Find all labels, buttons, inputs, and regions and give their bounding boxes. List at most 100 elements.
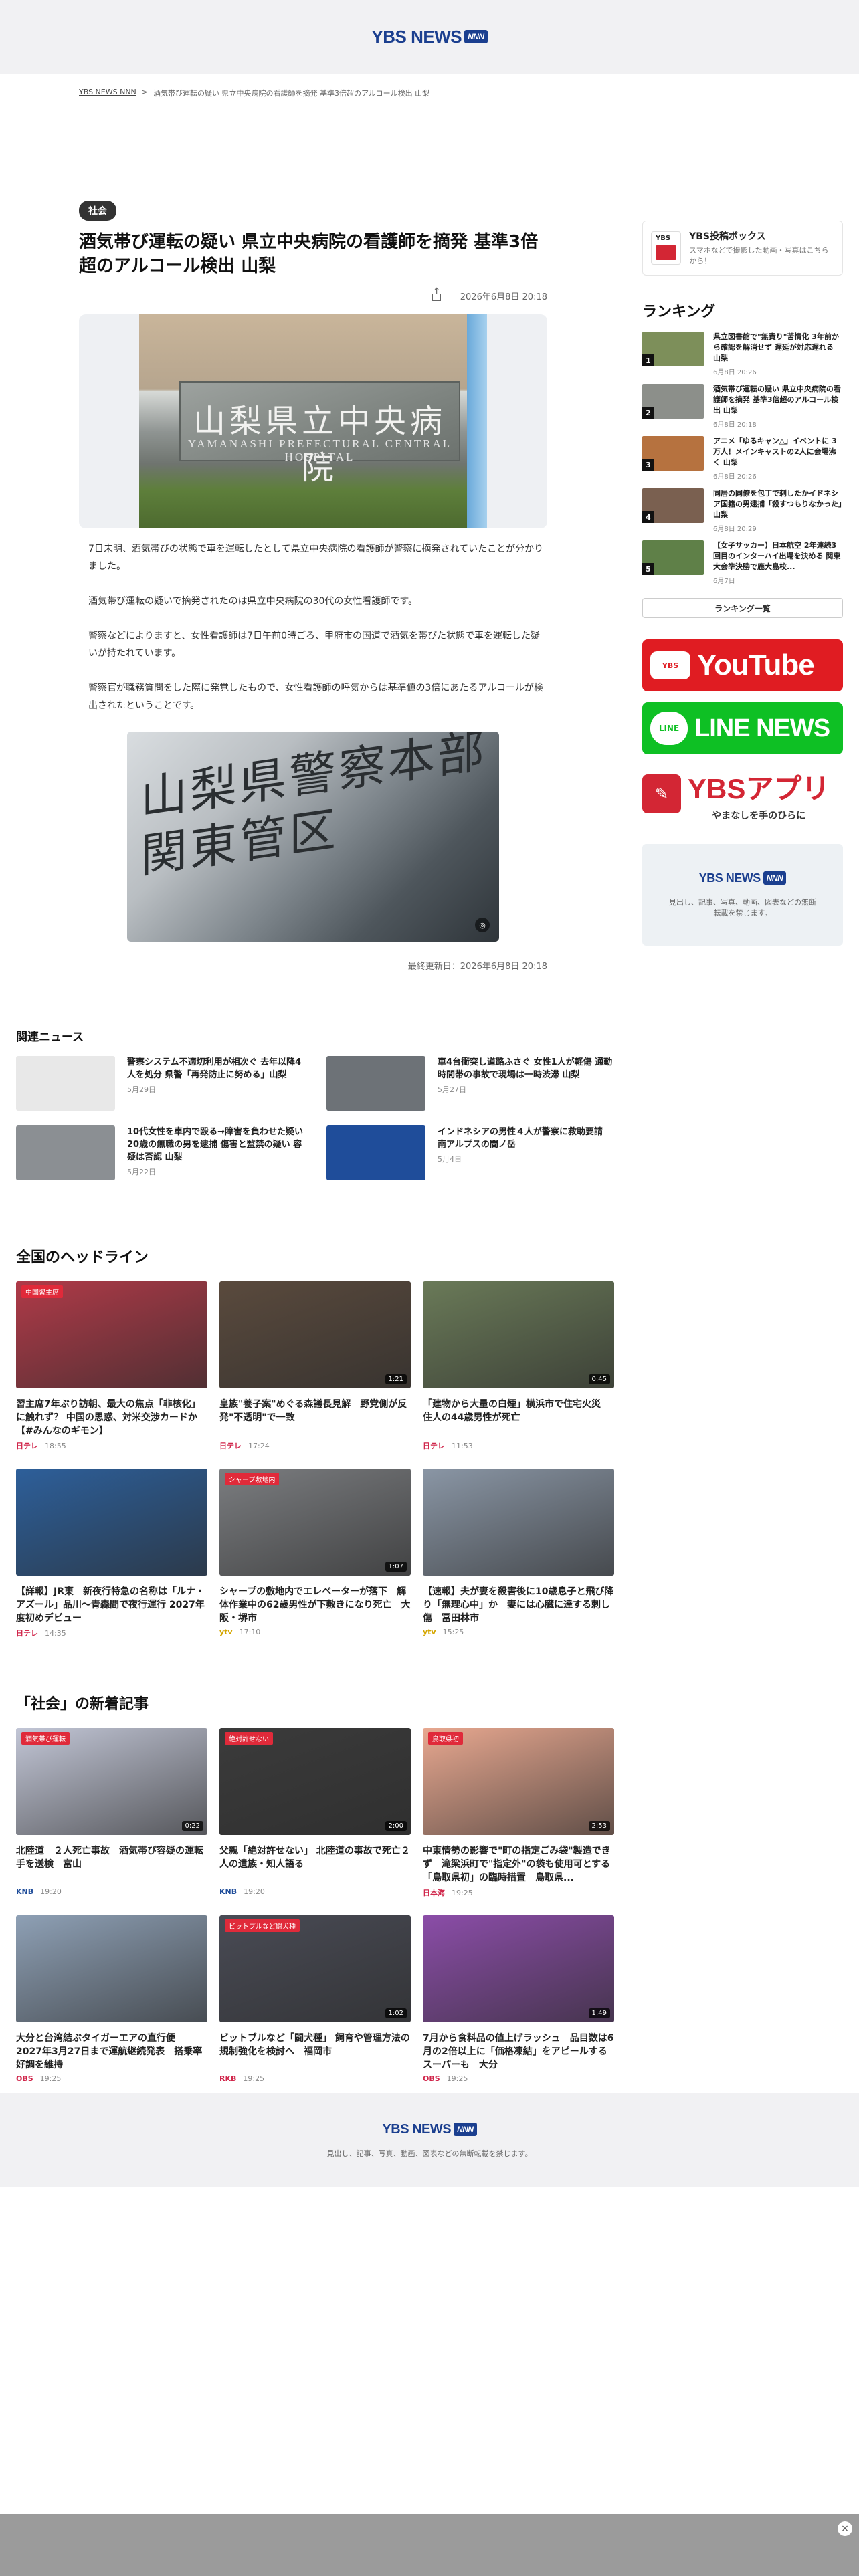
- card-thumbnail: 1:49: [423, 1915, 614, 2022]
- card-time: 11:53: [452, 1441, 473, 1451]
- related-thumbnail: [16, 1125, 115, 1180]
- ranking-title: 県立図書館で"無責り"苦情化 3年前から確認を解消せず 遅延が対応遅れる 山梨: [713, 332, 839, 362]
- related-heading: 関連ニュース: [16, 1031, 84, 1044]
- related-item[interactable]: 10代女性を車内で殴る→障害を負わせた疑い 20歳の無職の男を逮捕 傷害と監禁の…: [16, 1125, 304, 1180]
- national-cards: 中国習主席 習主席7年ぶり訪朝、最大の焦点「非核化」に触れず？ 中国の思惑、対米交…: [16, 1281, 614, 1638]
- post-box[interactable]: YBS投稿ボックス スマホなどで撮影した動画・写真はこちらから！: [642, 221, 843, 276]
- related-news: 関連ニュース 警察システム不適切利用が相次ぐ 去年以降4人を処分 県警「再発防止…: [16, 1027, 614, 1180]
- source-logo: KNB: [16, 1887, 34, 1896]
- police-hq-sign-text: 山梨県警察本部 関東管区: [140, 732, 487, 884]
- article-paragraph: 酒気帯び運転の疑いで摘発されたのは県立中央病院の30代の女性看護師です。: [88, 596, 417, 607]
- ranking-number: 5: [642, 563, 654, 575]
- national-headlines: 全国のヘッドライン 中国習主席 習主席7年ぶり訪朝、最大の焦点「非核化」に触れず？…: [16, 1245, 614, 1638]
- ranking-item[interactable]: 1 県立図書館で"無責り"苦情化 3年前から確認を解消せず 遅延が対応遅れる 山梨…: [642, 332, 843, 384]
- news-card[interactable]: 中国習主席 習主席7年ぶり訪朝、最大の焦点「非核化」に触れず？ 中国の思惑、対米交…: [16, 1281, 207, 1451]
- ranking-item[interactable]: 3 アニメ「ゆるキャン△」イベントに 3万人！メインキャストの2人に会場沸く 山梨…: [642, 436, 843, 488]
- footer-logo-text: YBS NEWS: [382, 2121, 452, 2137]
- source-logo: KNB: [219, 1887, 237, 1896]
- sidebar: YBS投稿ボックス スマホなどで撮影した動画・写真はこちらから！ ランキング 1…: [642, 221, 843, 946]
- breadcrumb-home-link[interactable]: YBS NEWS NNN: [79, 88, 136, 98]
- news-card[interactable]: 絶対許せない 2:00 父親「絶対許せない」 北陸道の事故で死亡２人の遺族・知人語る…: [219, 1728, 411, 1898]
- ranking-thumbnail: 2: [642, 384, 704, 419]
- related-item[interactable]: インドネシアの男性４人が警察に救助要請 南アルプスの間ノ岳 5月4日: [326, 1125, 614, 1180]
- related-title: 10代女性を車内で殴る→障害を負わせた疑い 20歳の無職の男を逮捕 傷害と監禁の…: [127, 1127, 303, 1162]
- police-hq-photo[interactable]: 山梨県警察本部 関東管区 ◎: [127, 732, 499, 942]
- ranking-thumbnail: 4: [642, 488, 704, 523]
- ranking-number: 3: [642, 459, 654, 471]
- news-card[interactable]: 1:49 7月から食料品の値上げラッシュ 品目数は6月の2倍以上に「価格凍結」をア…: [423, 1915, 614, 2083]
- related-date: 5月29日: [127, 1085, 156, 1094]
- news-card[interactable]: 大分と台湾結ぶタイガーエアの直行便 2027年3月27日まで運航継続発表 搭乗率…: [16, 1915, 207, 2083]
- promo-text: 見出し、記事、写真、動画、図表などの無断転載を禁じます。: [669, 897, 816, 918]
- card-title: ビットブルなど「闘犬種」 飼育や管理方法の規制強化を検討へ 福岡市: [219, 2033, 410, 2057]
- card-meta: OBS 19:25: [16, 2074, 207, 2083]
- related-thumbnail: [16, 1056, 115, 1111]
- ranking-item[interactable]: 5 【女子サッカー】日本航空 2年連続3回目のインターハイ出場を決める 関東大会準…: [642, 540, 843, 593]
- society-heading: 「社会」の新着記事: [16, 1696, 149, 1713]
- card-meta: 日本海 19:25: [423, 1887, 614, 1898]
- ranking-text: 県立図書館で"無責り"苦情化 3年前から確認を解消せず 遅延が対応遅れる 山梨 6…: [713, 332, 843, 384]
- ranking-text: 【女子サッカー】日本航空 2年連続3回目のインターハイ出場を決める 関東大会準決…: [713, 540, 843, 593]
- card-title: 「建物から大量の白煙」横浜市で住宅火災 住人の44歳男性が死亡: [423, 1399, 610, 1423]
- ad-bar: ×: [0, 2514, 859, 2576]
- ranking-item[interactable]: 4 同居の同僚を包丁で刺したかイドネシア国籍の男逮捕「殺すつもりなかった」山梨 6月…: [642, 488, 843, 540]
- share-icon[interactable]: [430, 286, 443, 302]
- card-time: 19:25: [39, 2074, 62, 2083]
- card-thumbnail: ビットブルなど闘犬種 1:02: [219, 1915, 411, 2022]
- card-meta: ytv 17:10: [219, 1628, 411, 1636]
- site-logo[interactable]: YBS NEWS NNN: [371, 27, 488, 47]
- related-thumbnail: [326, 1125, 425, 1180]
- line-news-banner[interactable]: LINE LINE NEWS: [642, 702, 843, 754]
- video-duration: 2:00: [385, 1821, 407, 1831]
- ranking-text: 同居の同僚を包丁で刺したかイドネシア国籍の男逮捕「殺すつもりなかった」山梨 6月8…: [713, 488, 843, 540]
- promo-box: YBS NEWS NNN 見出し、記事、写真、動画、図表などの無断転載を禁じます…: [642, 844, 843, 946]
- ybs-app-banner[interactable]: ✎ YBSアプリ やまなしを手のひらに: [642, 765, 843, 823]
- ranking-more-button[interactable]: ランキング一覧: [642, 598, 843, 618]
- card-title: 北陸道 ２人死亡事故 酒気帯び容疑の運転手を送検 富山: [16, 1846, 203, 1870]
- close-icon[interactable]: ×: [838, 2521, 852, 2536]
- source-logo: ytv: [423, 1628, 436, 1636]
- card-meta: RKB 19:25: [219, 2074, 411, 2083]
- related-item[interactable]: 車4台衝突し道路ふさぐ 女性1人が軽傷 通勤時間帯の事故で現場は一時渋滞 山梨 5…: [326, 1056, 614, 1111]
- breadcrumb-separator: >: [141, 88, 148, 96]
- news-card[interactable]: 鳥取県初 2:53 中東情勢の影響で"町の指定ごみ袋"製造できず 滝梁浜町で"指定外…: [423, 1728, 614, 1898]
- post-box-desc: スマホなどで撮影した動画・写真はこちらから！: [689, 246, 829, 265]
- related-title: インドネシアの男性４人が警察に救助要請 南アルプスの間ノ岳: [438, 1127, 612, 1150]
- category-badge[interactable]: 社会: [79, 201, 116, 221]
- video-duration: 0:22: [181, 1821, 203, 1831]
- related-item[interactable]: 警察システム不適切利用が相次ぐ 去年以降4人を処分 県警「再発防止に努める」山梨…: [16, 1056, 304, 1111]
- related-grid: 警察システム不適切利用が相次ぐ 去年以降4人を処分 県警「再発防止に努める」山梨…: [16, 1056, 614, 1180]
- related-title: 車4台衝突し道路ふさぐ 女性1人が軽傷 通勤時間帯の事故で現場は一時渋滞 山梨: [438, 1057, 613, 1080]
- card-thumbnail: 1:21: [219, 1281, 411, 1388]
- video-duration: 1:07: [385, 1562, 407, 1572]
- news-card[interactable]: 1:21 皇族"養子案"めぐる森議長見解 野党側が反発"不透明"で一致 日テレ 17:…: [219, 1281, 411, 1451]
- article-body: 7日未明、酒気帯びの状態で車を運転したとして県立中央病院の看護師が警察に摘発され…: [79, 540, 547, 714]
- news-card[interactable]: ビットブルなど闘犬種 1:02 ビットブルなど「闘犬種」 飼育や管理方法の規制強化を…: [219, 1915, 411, 2083]
- footer-logo[interactable]: YBS NEWS NNN: [382, 2121, 477, 2137]
- card-time: 17:10: [239, 1628, 261, 1636]
- news-card[interactable]: シャープ敷地内 1:07 シャープの敷地内でエレベーターが落下 解体作業中の62歳男…: [219, 1469, 411, 1638]
- promo-logo: YBS NEWS NNN: [699, 871, 787, 885]
- ranking-date: 6月7日: [713, 578, 735, 585]
- card-thumbnail: [16, 1915, 207, 2022]
- card-thumbnail: [16, 1469, 207, 1576]
- line-news-banner-text: LINE NEWS: [694, 714, 830, 742]
- app-icon: ✎: [642, 774, 681, 813]
- article-paragraph: 警察などによりますと、女性看護師は7日午前0時ごろ、甲府市の国道で酒気を帯びた状…: [88, 631, 540, 659]
- related-date: 5月22日: [127, 1168, 156, 1176]
- source-logo: RKB: [219, 2074, 237, 2083]
- ranking-item[interactable]: 2 酒気帯び運転の疑い 県立中央病院の看護師を摘発 基準3倍超のアルコール検出 山…: [642, 384, 843, 436]
- youtube-play-icon: YBS: [650, 651, 690, 679]
- youtube-banner[interactable]: YBS YouTube: [642, 639, 843, 691]
- article-photo-frame: 山梨県警察本部 関東管区 ◎: [79, 732, 547, 942]
- hero-image-frame: 山梨県立中央病院 YAMANASHI PREFECTURAL CENTRAL H…: [79, 314, 547, 528]
- news-card[interactable]: 0:45 「建物から大量の白煙」横浜市で住宅火災 住人の44歳男性が死亡 日テレ 11…: [423, 1281, 614, 1451]
- breadcrumb-current: 酒気帯び運転の疑い 県立中央病院の看護師を摘発 基準3倍超のアルコール検出 山梨: [153, 89, 430, 98]
- thumbnail-caption: 鳥取県初: [428, 1732, 463, 1745]
- related-text: 10代女性を車内で殴る→障害を負わせた疑い 20歳の無職の男を逮捕 傷害と監禁の…: [127, 1125, 304, 1180]
- news-card[interactable]: 【速報】夫が妻を殺害後に10歳息子と飛び降り「無理心中」か 妻には心臓に達する刺…: [423, 1469, 614, 1638]
- card-thumbnail: 0:45: [423, 1281, 614, 1388]
- article-meta: 2026年6月8日 20:18: [79, 286, 547, 302]
- news-card[interactable]: 酒気帯び運転 0:22 北陸道 ２人死亡事故 酒気帯び容疑の運転手を送検 富山 KNB…: [16, 1728, 207, 1898]
- news-card[interactable]: 【詳報】JR東 新夜行特急の名称は「ルナ・アズール」品川〜青森間で夜行運行 20…: [16, 1469, 207, 1638]
